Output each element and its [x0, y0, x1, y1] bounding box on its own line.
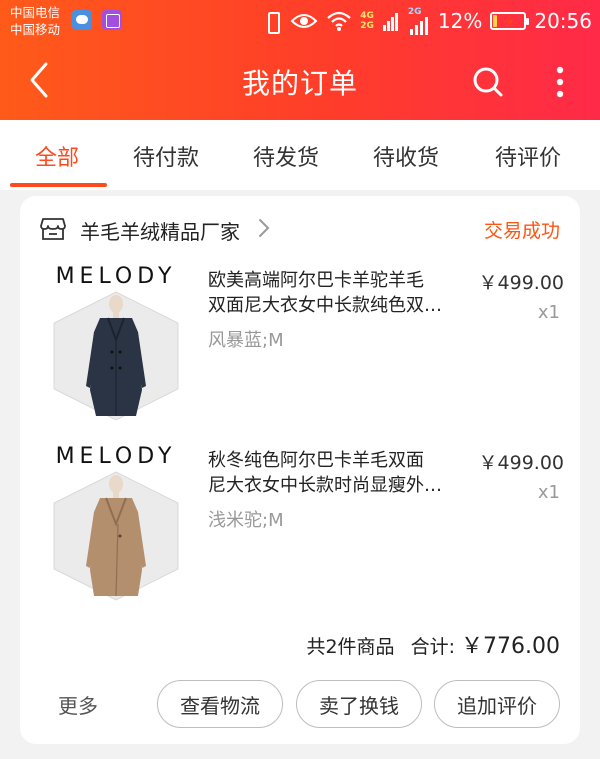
item-title-line-1: 欧美高端阿尔巴卡羊驼羊毛 — [208, 270, 424, 291]
item-title-line-2: 尼大衣女中长款时尚显瘦外… — [208, 475, 442, 496]
carrier-1: 中国电信 — [10, 5, 61, 20]
tab-pending-review[interactable]: 待评价 — [495, 140, 561, 172]
tab-pending-receipt[interactable]: 待收货 — [373, 140, 439, 172]
chat-notification-icon — [72, 10, 92, 30]
shop-icon — [40, 218, 66, 240]
item-count: 共2件商品 — [306, 636, 395, 658]
clock: 20:56 — [534, 9, 592, 33]
shop-header[interactable]: 羊毛羊绒精品厂家 交易成功 — [20, 196, 580, 258]
total-amount: ￥776.00 — [461, 634, 560, 659]
item-price: ￥499.00 — [478, 452, 564, 474]
signal-icon-1 — [382, 13, 398, 31]
item-variant: 风暴蓝;M — [208, 330, 284, 351]
tab-pending-payment[interactable]: 待付款 — [133, 140, 199, 172]
total-group: 合计: ￥776.00 — [411, 628, 560, 660]
charging-bolt-icon — [504, 15, 515, 28]
battery-fill — [493, 15, 498, 27]
product-thumbnail[interactable]: MELODY — [48, 444, 184, 604]
nav-bar: 我的订单 — [0, 42, 600, 120]
item-price: ￥499.00 — [478, 272, 564, 294]
view-logistics-button[interactable]: 查看物流 — [157, 680, 283, 728]
search-icon — [473, 67, 503, 97]
product-photo — [53, 471, 179, 601]
status-bar: 中国电信 中国移动 4G 2G 2G 12% 20:56 — [0, 0, 600, 42]
brand-logo: MELODY — [55, 264, 177, 289]
gallery-notification-icon — [102, 10, 122, 30]
network-2g-label-2: 2G — [407, 7, 422, 17]
order-item[interactable]: MELODY 欧美高端阿尔巴卡羊驼羊毛 双面尼大衣女中长款纯色双… 风暴蓝;M … — [20, 264, 580, 424]
order-status: 交易成功 — [483, 220, 560, 242]
status-indicators: 4G 2G 2G 12% 20:56 — [262, 6, 592, 36]
eye-comfort-icon — [290, 14, 318, 28]
more-menu-button[interactable] — [540, 62, 580, 102]
vibrate-icon — [262, 10, 282, 34]
tab-pending-shipment[interactable]: 待发货 — [253, 140, 319, 172]
item-title-line-2: 双面尼大衣女中长款纯色双… — [208, 295, 442, 316]
search-button[interactable] — [468, 62, 508, 102]
order-card[interactable]: 羊毛羊绒精品厂家 交易成功 MELODY 欧美高端阿尔巴卡羊驼羊毛 双面尼大衣女… — [20, 196, 580, 744]
more-vertical-icon — [556, 66, 564, 98]
more-actions-link[interactable]: 更多 — [58, 690, 98, 719]
network-type: 4G 2G — [360, 11, 374, 31]
total-label: 合计: — [410, 636, 455, 658]
signal-2-group: 2G — [408, 7, 430, 35]
carrier-info: 中国电信 中国移动 — [10, 4, 60, 38]
header: 中国电信 中国移动 4G 2G 2G 12% 20:56 我的订单 — [0, 0, 600, 120]
product-thumbnail[interactable]: MELODY — [48, 264, 184, 424]
order-item[interactable]: MELODY 秋冬纯色阿尔巴卡羊毛双面 尼大衣女中长款时尚显瘦外… 浅米驼;M … — [20, 444, 580, 604]
page-title: 我的订单 — [241, 67, 358, 100]
item-title[interactable]: 欧美高端阿尔巴卡羊驼羊毛 双面尼大衣女中长款纯色双… — [208, 268, 468, 318]
item-title-line-1: 秋冬纯色阿尔巴卡羊毛双面 — [208, 450, 424, 471]
network-2g-label: 2G — [360, 21, 374, 31]
item-quantity: x1 — [537, 482, 560, 503]
order-actions: 更多 查看物流 卖了换钱 追加评价 — [20, 676, 580, 730]
signal-icon-2 — [409, 17, 428, 35]
resell-button[interactable]: 卖了换钱 — [296, 680, 422, 728]
order-summary: 共2件商品 合计: ￥776.00 — [306, 628, 560, 660]
item-title[interactable]: 秋冬纯色阿尔巴卡羊毛双面 尼大衣女中长款时尚显瘦外… — [208, 448, 468, 498]
item-quantity: x1 — [537, 302, 560, 323]
battery-icon — [490, 12, 530, 30]
tab-all[interactable]: 全部 — [35, 140, 79, 172]
carrier-2: 中国移动 — [10, 22, 61, 37]
brand-logo: MELODY — [55, 444, 177, 469]
active-tab-indicator — [10, 183, 107, 187]
battery-percent: 12% — [437, 9, 483, 33]
add-review-button[interactable]: 追加评价 — [434, 680, 560, 728]
network-4g-label: 4G — [360, 11, 374, 21]
product-photo — [53, 291, 179, 421]
shop-name[interactable]: 羊毛羊绒精品厂家 — [80, 216, 240, 245]
wifi-icon — [327, 11, 351, 31]
order-tabs: 全部 待付款 待发货 待收货 待评价 — [0, 120, 600, 190]
chevron-right-icon — [259, 219, 270, 237]
item-variant: 浅米驼;M — [208, 510, 284, 531]
